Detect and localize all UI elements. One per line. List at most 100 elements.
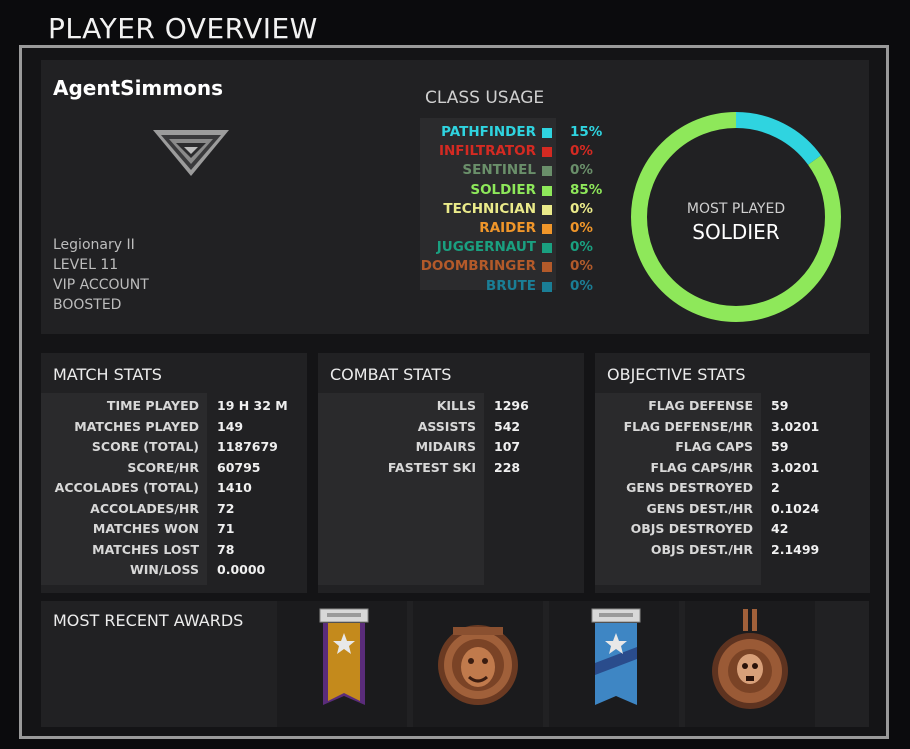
class-color-swatch xyxy=(542,204,552,215)
award-slot[interactable] xyxy=(277,601,407,727)
stat-row: FLAG DEFENSE 59 xyxy=(595,396,870,417)
stat-label: FLAG CAPS/HR xyxy=(650,459,753,475)
stat-value: 3.0201 xyxy=(771,459,820,475)
award-slot[interactable] xyxy=(549,601,679,727)
awards-panel: MOST RECENT AWARDS xyxy=(41,601,869,727)
stat-row: MATCHES WON 71 xyxy=(41,519,307,540)
stat-value: 0.1024 xyxy=(771,500,820,516)
stat-row: OBJS DEST./HR 2.1499 xyxy=(595,540,870,561)
class-color-swatch xyxy=(542,166,552,177)
profile-info: Legionary II LEVEL 11 VIP ACCOUNT BOOSTE… xyxy=(53,235,149,315)
stat-value: 59 xyxy=(771,398,789,413)
stat-label: GENS DESTROYED xyxy=(626,480,753,495)
stat-value: 107 xyxy=(494,439,521,454)
rank-chevron-icon xyxy=(153,130,229,176)
stat-row: FLAG DEFENSE/HR 3.0201 xyxy=(595,417,870,438)
class-percent: 0% xyxy=(570,277,593,294)
class-usage-row: INFILTRATOR 0% xyxy=(420,142,640,161)
stat-row: FASTEST SKI 228 xyxy=(318,458,584,479)
stat-row: MIDAIRS 107 xyxy=(318,437,584,458)
stat-value: 542 xyxy=(494,418,521,434)
overview-frame: AgentSimmons Legionary II LEVEL 11 VIP A… xyxy=(19,45,889,739)
stat-row: WIN/LOSS 0.0000 xyxy=(41,560,307,581)
stat-label: GENS DEST./HR xyxy=(646,500,753,516)
stat-row: GENS DESTROYED 2 xyxy=(595,478,870,499)
match-stats-panel: MATCH STATS TIME PLAYED 19 H 32 M MATCHES … xyxy=(41,353,307,593)
class-percent: 0% xyxy=(570,200,593,217)
class-usage-row: TECHNICIAN 0% xyxy=(420,200,640,219)
stat-label: OBJS DESTROYED xyxy=(630,521,753,536)
stat-label: FASTEST SKI xyxy=(387,459,476,475)
stat-label: ACCOLADES/HR xyxy=(90,500,199,516)
blue-ribbon-star-icon xyxy=(591,608,641,705)
stat-label: OBJS DEST./HR xyxy=(650,541,753,557)
class-color-swatch xyxy=(542,185,552,196)
profile-panel: AgentSimmons Legionary II LEVEL 11 VIP A… xyxy=(41,60,869,334)
class-usage-row: SENTINEL 0% xyxy=(420,161,640,180)
class-usage-row: JUGGERNAUT 0% xyxy=(420,238,640,257)
class-usage-title: CLASS USAGE xyxy=(425,88,545,108)
stat-label: FLAG CAPS xyxy=(675,439,753,454)
gold-ribbon-star-icon xyxy=(319,608,369,705)
award-slot[interactable] xyxy=(685,601,815,727)
class-percent: 0% xyxy=(570,239,593,256)
stat-value: 2 xyxy=(771,480,780,495)
stat-value: 3.0201 xyxy=(771,418,820,434)
class-color-swatch xyxy=(542,147,552,158)
boosted-label: BOOSTED xyxy=(53,297,122,313)
class-percent: 0% xyxy=(570,258,593,275)
stat-label: MIDAIRS xyxy=(415,439,476,454)
class-name: RAIDER xyxy=(479,220,536,236)
most-played-label: MOST PLAYED xyxy=(687,201,785,217)
player-name: AgentSimmons xyxy=(53,76,223,100)
stat-row: SCORE (TOTAL) 1187679 xyxy=(41,437,307,458)
class-name: DOOMBRINGER xyxy=(420,258,536,275)
stat-value: 72 xyxy=(217,500,235,516)
stat-row: GENS DEST./HR 0.1024 xyxy=(595,499,870,520)
stat-label: MATCHES LOST xyxy=(92,541,199,557)
stat-label: FLAG DEFENSE/HR xyxy=(623,418,753,434)
stat-value: 42 xyxy=(771,521,789,536)
stat-value: 228 xyxy=(494,459,521,475)
stat-value: 2.1499 xyxy=(771,541,820,557)
stat-label: FLAG DEFENSE xyxy=(648,398,753,413)
stat-value: 1187679 xyxy=(217,439,278,454)
stat-label: MATCHES WON xyxy=(92,521,199,536)
class-usage-row: BRUTE 0% xyxy=(420,277,640,296)
stat-row: TIME PLAYED 19 H 32 M xyxy=(41,396,307,417)
class-name: SOLDIER xyxy=(470,181,536,198)
vip-account-label: VIP ACCOUNT xyxy=(53,277,149,293)
stat-row: FLAG CAPS 59 xyxy=(595,437,870,458)
class-name: INFILTRATOR xyxy=(438,143,536,160)
stat-label: TIME PLAYED xyxy=(106,398,199,413)
stat-label: SCORE/HR xyxy=(127,459,199,475)
combat-stats-title: COMBAT STATS xyxy=(330,365,452,384)
class-color-swatch xyxy=(542,128,552,138)
level-label: LEVEL 11 xyxy=(53,257,119,273)
class-percent: 0% xyxy=(570,143,593,160)
stat-value: 78 xyxy=(217,541,235,557)
most-played-class: SOLDIER xyxy=(692,220,780,244)
stat-label: WIN/LOSS xyxy=(129,562,199,577)
stat-row: FLAG CAPS/HR 3.0201 xyxy=(595,458,870,479)
class-color-swatch xyxy=(542,224,552,234)
stat-value: 149 xyxy=(217,418,244,434)
class-color-swatch xyxy=(542,243,552,254)
stat-row: KILLS 1296 xyxy=(318,396,584,417)
stat-row: MATCHES PLAYED 149 xyxy=(41,417,307,438)
class-name: JUGGERNAUT xyxy=(436,239,536,256)
stat-label: ACCOLADES (TOTAL) xyxy=(54,480,199,495)
stat-row: ACCOLADES/HR 72 xyxy=(41,499,307,520)
bronze-skull-medal-icon xyxy=(712,609,788,709)
class-usage-row: SOLDIER 85% xyxy=(420,181,640,200)
rank-label: Legionary II xyxy=(53,237,135,253)
class-percent: 0% xyxy=(570,162,593,179)
bronze-lion-medal-icon xyxy=(438,625,518,705)
stat-value: 19 H 32 M xyxy=(217,398,288,413)
awards-title: MOST RECENT AWARDS xyxy=(53,611,244,630)
stat-row: OBJS DESTROYED 42 xyxy=(595,519,870,540)
class-name: TECHNICIAN xyxy=(443,200,536,217)
award-slot[interactable] xyxy=(413,601,543,727)
class-percent: 0% xyxy=(570,220,593,236)
page-title: PLAYER OVERVIEW xyxy=(48,12,318,45)
